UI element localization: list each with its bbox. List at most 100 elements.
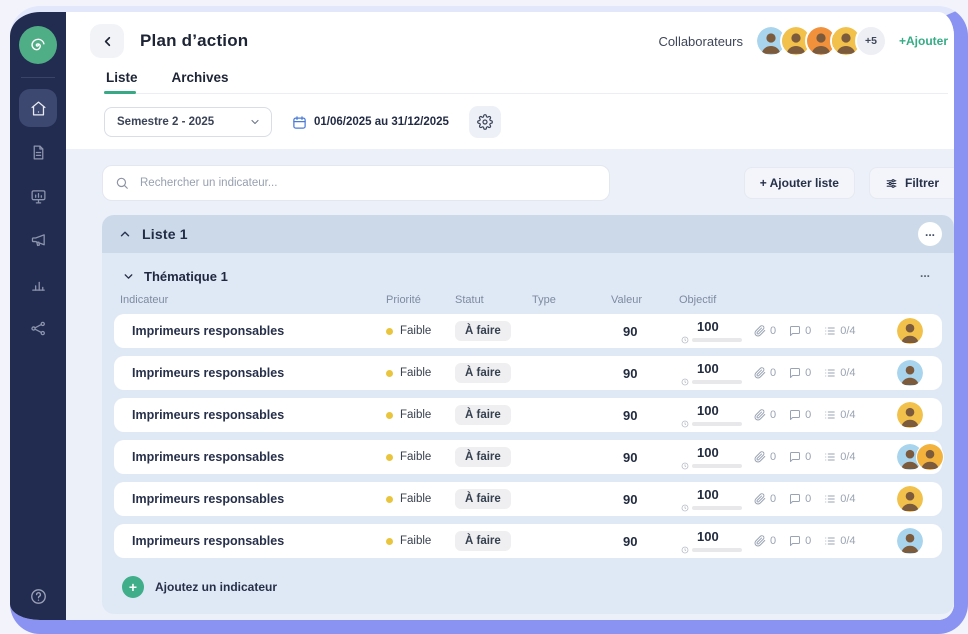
checklist-counter[interactable]: 0/4	[824, 409, 855, 421]
indicator-row[interactable]: Imprimeurs responsables Faible À faire 9…	[114, 482, 942, 516]
attachments-counter[interactable]: 0	[754, 451, 776, 463]
clock-icon	[681, 546, 689, 554]
date-range-picker[interactable]: 01/06/2025 au 31/12/2025	[292, 115, 449, 130]
indicator-row[interactable]: Imprimeurs responsables Faible À faire 9…	[114, 356, 942, 390]
tab-archives[interactable]: Archives	[170, 70, 231, 93]
app-logo[interactable]	[19, 26, 57, 64]
objective-cell: 100	[679, 487, 754, 512]
help-icon	[29, 587, 48, 606]
objective-cell: 100	[679, 445, 754, 470]
attachments-counter[interactable]: 0	[754, 409, 776, 421]
indicator-row[interactable]: Imprimeurs responsables Faible À faire 9…	[114, 440, 942, 474]
row-meta: 0 0 0/4	[754, 535, 882, 547]
value-cell: 90	[611, 492, 679, 507]
main-panel: Plan d’action Collaborateurs	[66, 12, 954, 620]
priority-cell: Faible	[386, 409, 455, 421]
row-assignees[interactable]	[882, 359, 942, 387]
clock-icon	[681, 504, 689, 512]
thematic-header[interactable]: Thématique 1 ...	[114, 263, 942, 294]
sidebar-item-network[interactable]	[19, 309, 57, 347]
checklist-counter[interactable]: 0/4	[824, 451, 855, 463]
avatar	[916, 443, 944, 471]
add-list-button[interactable]: + Ajouter liste	[744, 167, 855, 199]
paperclip-icon	[754, 451, 766, 463]
paperclip-icon	[754, 409, 766, 421]
attachments-counter[interactable]: 0	[754, 325, 776, 337]
row-assignees[interactable]	[882, 485, 942, 513]
checklist-counter[interactable]: 0/4	[824, 535, 855, 547]
sidebar-item-presentation[interactable]	[19, 177, 57, 215]
comments-counter[interactable]: 0	[789, 325, 811, 337]
progress-bar	[692, 422, 742, 426]
comment-icon	[789, 367, 801, 379]
list-header[interactable]: Liste 1 ...	[102, 215, 954, 253]
row-meta: 0 0 0/4	[754, 325, 882, 337]
content-area: + Ajouter liste Filtrer Liste 1 ...	[66, 149, 954, 620]
attachments-counter[interactable]: 0	[754, 367, 776, 379]
row-assignees[interactable]	[882, 317, 942, 345]
collaborators-avatars[interactable]	[755, 25, 862, 57]
toolbar: Semestre 2 - 2025 01/06/2025 au 31/12/20…	[66, 94, 954, 149]
comments-counter[interactable]: 0	[789, 409, 811, 421]
row-assignees[interactable]	[882, 401, 942, 429]
gear-icon	[477, 114, 493, 130]
add-indicator-button[interactable]: + Ajoutez un indicateur	[114, 566, 942, 600]
chevron-down-icon	[249, 116, 261, 128]
list-more-button[interactable]: ...	[918, 222, 942, 246]
spiral-logo-icon	[28, 35, 48, 55]
back-button[interactable]	[90, 24, 124, 58]
sidebar-item-help[interactable]	[29, 587, 48, 606]
sidebar-item-documents[interactable]	[19, 133, 57, 171]
megaphone-icon	[30, 232, 47, 249]
status-badge: À faire	[455, 321, 511, 341]
status-badge: À faire	[455, 489, 511, 509]
priority-cell: Faible	[386, 367, 455, 379]
checklist-icon	[824, 535, 836, 547]
checklist-counter[interactable]: 0/4	[824, 493, 855, 505]
settings-button[interactable]	[469, 106, 501, 138]
comments-counter[interactable]: 0	[789, 493, 811, 505]
value-cell: 90	[611, 534, 679, 549]
indicator-name: Imprimeurs responsables	[132, 366, 386, 380]
comments-counter[interactable]: 0	[789, 535, 811, 547]
checklist-counter[interactable]: 0/4	[824, 325, 855, 337]
sidebar-item-announcements[interactable]	[19, 221, 57, 259]
thematic-more-button[interactable]: ...	[920, 267, 936, 285]
comments-counter[interactable]: 0	[789, 451, 811, 463]
search-input[interactable]	[138, 176, 597, 190]
avatar	[896, 359, 924, 387]
list-title: Liste 1	[142, 226, 188, 242]
indicator-row[interactable]: Imprimeurs responsables Faible À faire 9…	[114, 314, 942, 348]
add-collaborator-button[interactable]: +Ajouter	[899, 34, 948, 48]
row-assignees[interactable]	[882, 527, 942, 555]
checklist-counter[interactable]: 0/4	[824, 367, 855, 379]
status-badge: À faire	[455, 363, 511, 383]
tab-liste[interactable]: Liste	[104, 70, 140, 93]
column-header-statut: Statut	[455, 294, 532, 306]
comments-counter[interactable]: 0	[789, 367, 811, 379]
sidebar-item-statistics[interactable]	[19, 265, 57, 303]
column-header-indicateur: Indicateur	[120, 294, 386, 306]
progress-bar	[692, 548, 742, 552]
row-assignees[interactable]	[882, 443, 942, 471]
comment-icon	[789, 451, 801, 463]
priority-dot-icon	[386, 454, 393, 461]
search-icon	[115, 176, 129, 190]
column-header-type: Type	[532, 294, 611, 306]
indicator-name: Imprimeurs responsables	[132, 492, 386, 506]
sidebar-item-home[interactable]	[19, 89, 57, 127]
attachments-counter[interactable]: 0	[754, 535, 776, 547]
collaborators-more-badge[interactable]: +5	[855, 25, 887, 57]
indicator-row[interactable]: Imprimeurs responsables Faible À faire 9…	[114, 398, 942, 432]
indicator-row[interactable]: Imprimeurs responsables Faible À faire 9…	[114, 524, 942, 558]
checklist-icon	[824, 409, 836, 421]
calendar-icon	[292, 115, 307, 130]
paperclip-icon	[754, 493, 766, 505]
attachments-counter[interactable]: 0	[754, 493, 776, 505]
period-select[interactable]: Semestre 2 - 2025	[104, 107, 272, 137]
priority-dot-icon	[386, 496, 393, 503]
avatar	[896, 527, 924, 555]
filter-button[interactable]: Filtrer	[869, 167, 954, 199]
document-icon	[30, 144, 47, 161]
bar-chart-icon	[30, 276, 47, 293]
